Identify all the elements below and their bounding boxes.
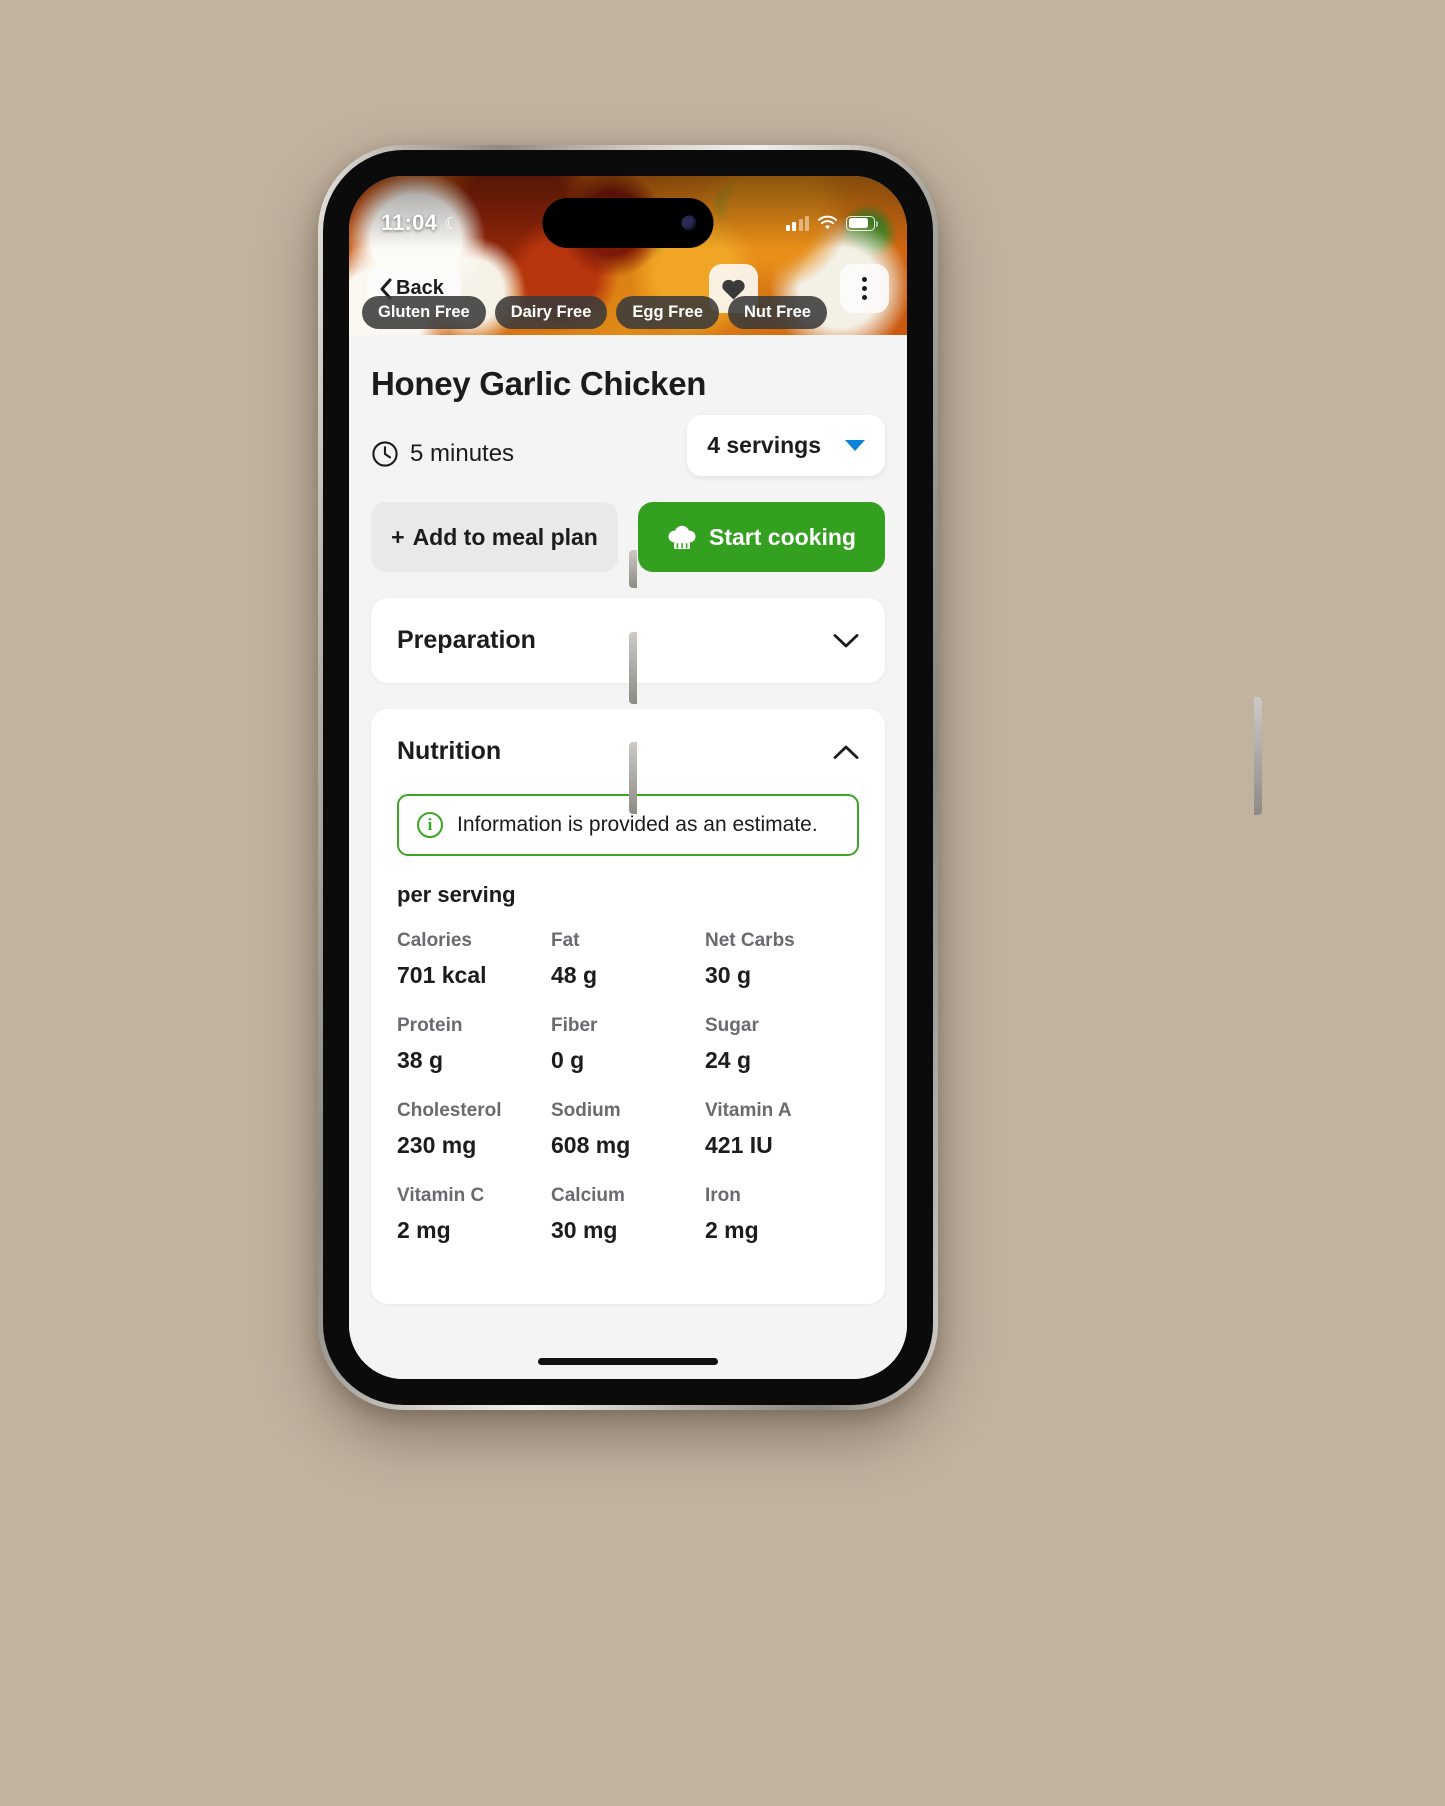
estimate-notice-text: Information is provided as an estimate. (457, 813, 818, 836)
status-bar: 11:04 ☾ (349, 198, 907, 248)
nutrition-grid: Calories 701 kcal Fat 48 g Net Carbs 30 … (371, 908, 885, 1304)
nutrition-item-value: 30 mg (551, 1217, 618, 1243)
nutrition-item: Calcium 30 mg (551, 1185, 705, 1264)
nutrition-item: Vitamin C 2 mg (397, 1185, 551, 1264)
nutrition-item-value: 30 g (705, 962, 752, 988)
preparation-header[interactable]: Preparation (371, 598, 885, 683)
nutrition-item-label: Vitamin A (705, 1100, 792, 1121)
nutrition-item-label: Fat (551, 930, 580, 951)
nutrition-item: Calories 701 kcal (397, 930, 551, 1009)
cellular-signal-icon (785, 215, 809, 231)
nutrition-item-value: 421 IU (705, 1132, 773, 1158)
chevron-up-icon[interactable] (833, 744, 859, 760)
recipe-hero-image: 11:04 ☾ Back Gluten Free Dairy Free Egg … (349, 176, 907, 335)
phone-screen: 11:04 ☾ Back Gluten Free Dairy Free Egg … (349, 176, 907, 1379)
nutrition-item-label: Cholesterol (397, 1100, 502, 1121)
plus-icon: + (391, 523, 405, 550)
add-to-meal-plan-label: Add to meal plan (412, 523, 598, 550)
start-cooking-button[interactable]: Start cooking (638, 502, 885, 572)
nutrition-item-value: 701 kcal (397, 962, 487, 988)
status-bar-left: 11:04 ☾ (381, 210, 459, 236)
info-icon: i (417, 812, 443, 838)
phone-frame: 11:04 ☾ Back Gluten Free Dairy Free Egg … (318, 145, 1262, 1410)
nutrition-item: Iron 2 mg (705, 1185, 859, 1264)
dietary-badges: Gluten Free Dairy Free Egg Free Nut Free (349, 296, 907, 329)
preparation-title: Preparation (397, 626, 536, 654)
estimate-notice: i Information is provided as an estimate… (397, 794, 859, 856)
status-bar-right (785, 215, 878, 231)
nutrition-item-label: Sugar (705, 1015, 759, 1036)
nutrition-item: Fat 48 g (551, 930, 705, 1009)
nutrition-item-label: Calories (397, 930, 472, 951)
nutrition-item: Sugar 24 g (705, 1015, 859, 1094)
chef-hat-icon (668, 525, 696, 549)
add-to-meal-plan-button[interactable]: + Add to meal plan (371, 502, 618, 572)
recipe-actions: + Add to meal plan Start cooking (349, 476, 907, 572)
dietary-badge[interactable]: Egg Free (616, 296, 720, 329)
preparation-card[interactable]: Preparation (371, 598, 885, 683)
nutrition-item: Cholesterol 230 mg (397, 1100, 551, 1179)
nutrition-item-value: 48 g (551, 962, 598, 988)
screenshot-stage: 11:04 ☾ Back Gluten Free Dairy Free Egg … (0, 0, 1445, 1806)
servings-dropdown[interactable]: 4 servings (687, 415, 885, 476)
home-indicator[interactable] (538, 1358, 718, 1365)
status-time: 11:04 (381, 210, 438, 235)
page-title: Honey Garlic Chicken (371, 365, 707, 402)
chevron-down-icon[interactable] (833, 633, 859, 649)
dietary-badge[interactable]: Nut Free (728, 296, 827, 329)
wifi-icon (817, 215, 838, 231)
nutrition-item: Sodium 608 mg (551, 1100, 705, 1179)
nutrition-item-value: 2 mg (705, 1217, 759, 1243)
nutrition-title: Nutrition (397, 737, 502, 765)
nutrition-item-label: Calcium (551, 1185, 625, 1206)
power-button[interactable] (1254, 697, 1262, 815)
nutrition-item-label: Sodium (551, 1100, 621, 1121)
nutrition-header[interactable]: Nutrition (371, 709, 885, 794)
chevron-down-icon (845, 440, 865, 451)
dietary-badge[interactable]: Gluten Free (362, 296, 486, 329)
nutrition-item-value: 24 g (705, 1047, 752, 1073)
nutrition-item: Vitamin A 421 IU (705, 1100, 859, 1179)
nutrition-item-value: 608 mg (551, 1132, 631, 1158)
volume-down-button[interactable] (629, 742, 637, 814)
clock-icon (372, 440, 398, 467)
cook-time-label: 5 minutes (410, 439, 515, 467)
cook-time: 5 minutes (371, 440, 514, 468)
battery-icon (846, 215, 878, 231)
nutrition-item-value: 230 mg (397, 1132, 477, 1158)
nutrition-item: Net Carbs 30 g (705, 930, 859, 1009)
volume-up-button[interactable] (629, 632, 637, 704)
start-cooking-label: Start cooking (709, 523, 856, 550)
dietary-badge[interactable]: Dairy Free (494, 296, 608, 329)
do-not-disturb-moon-icon: ☾ (444, 213, 460, 233)
nutrition-item: Protein 38 g (397, 1015, 551, 1094)
per-serving-label: per serving (397, 882, 516, 907)
recipe-content: Honey Garlic Chicken 5 minutes 4 serving… (349, 335, 907, 1379)
nutrition-item-value: 38 g (397, 1047, 444, 1073)
nutrition-item-label: Protein (397, 1015, 463, 1036)
silence-switch[interactable] (629, 550, 637, 588)
nutrition-item-label: Fiber (551, 1015, 598, 1036)
recipe-meta-row: 5 minutes 4 servings (349, 403, 907, 476)
servings-value: 4 servings (707, 432, 821, 458)
nutrition-card: Nutrition i Information is provided as a… (371, 709, 885, 1304)
nutrition-item-value: 2 mg (397, 1217, 451, 1243)
nutrition-item-value: 0 g (551, 1047, 585, 1073)
nutrition-item: Fiber 0 g (551, 1015, 705, 1094)
nutrition-item-label: Vitamin C (397, 1185, 485, 1206)
nutrition-item-label: Iron (705, 1185, 741, 1206)
nutrition-item-label: Net Carbs (705, 930, 795, 951)
